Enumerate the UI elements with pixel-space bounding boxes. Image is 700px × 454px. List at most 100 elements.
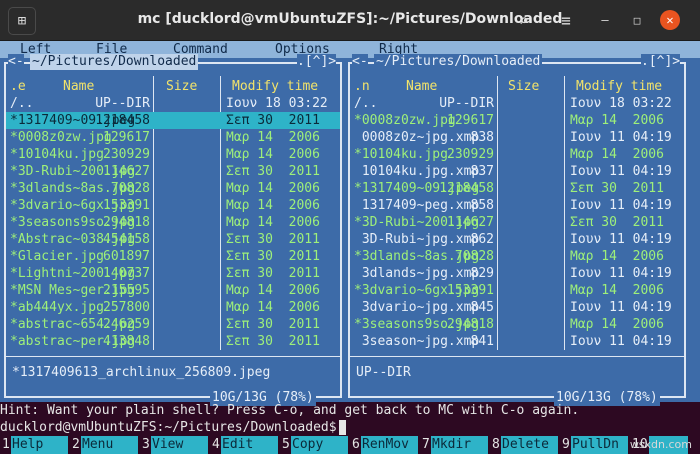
file-row[interactable]: *abstrac~per.jpg 413848 Σεπ 30 2011	[6, 333, 340, 350]
fkey-label: Delete	[501, 436, 558, 454]
file-size: 70828	[110, 181, 150, 196]
file-date: Ιουν 11 04:19	[570, 266, 672, 281]
file-row[interactable]: 3season~jpg.xmp 841 Ιουν 11 04:19	[350, 333, 684, 350]
file-row[interactable]: *MSN Mes~ger.jpg 215595 Μαρ 14 2006	[6, 282, 340, 299]
file-row[interactable]: *3D-Rubi~200.jpg 114627 Σεπ 30 2011	[350, 214, 684, 231]
file-row[interactable]: 3dlands~jpg.xmp 829 Ιουν 11 04:19	[350, 265, 684, 282]
file-size: 230929	[103, 147, 150, 162]
file-row[interactable]: *1317409~09.jpeg 1218458 Σεπ 30 2011	[6, 112, 340, 129]
column-header-modify: Modify time	[576, 79, 663, 94]
file-row[interactable]: *3dvario~6gx.jpg 153391 Μαρ 14 2006	[350, 282, 684, 299]
file-row[interactable]: *Lightni~200.jpg 140737 Σεπ 30 2011	[6, 265, 340, 282]
file-row[interactable]: *abstrac~654.jpg 246259 Σεπ 30 2011	[6, 316, 340, 333]
file-date: Ιουν 11 04:19	[570, 164, 672, 179]
file-name: *Glacier.jpg	[10, 249, 104, 264]
fkey-number: 7	[422, 437, 430, 452]
file-row[interactable]: 0008z0z~jpg.xmp 838 Ιουν 11 04:19	[350, 129, 684, 146]
column-header-name: Name	[406, 79, 438, 94]
file-size: 454158	[103, 232, 150, 247]
fkey-label: Mkdir	[431, 436, 488, 454]
file-row[interactable]: *0008z0zw.jpg 129617 Μαρ 14 2006	[6, 129, 340, 146]
sort-marker[interactable]: .e	[10, 78, 26, 95]
file-list: /.. UP--DIR Ιουν 18 03:22 *0008z0zw.jpg 1296…	[350, 95, 684, 350]
file-date: Ιουν 11 04:19	[570, 300, 672, 315]
file-size: 129617	[103, 130, 150, 145]
file-name: /..	[354, 96, 378, 111]
close-icon[interactable]: ✕	[660, 10, 680, 30]
title-bar: ⊞ mc [ducklord@vmUbuntuZFS]:~/Pictures/D…	[0, 0, 700, 41]
file-row[interactable]: *1317409~09.jpeg 1218458 Σεπ 30 2011	[350, 180, 684, 197]
file-name: *10104ku.jpg	[354, 147, 448, 162]
panel-nav-left[interactable]: <-	[8, 54, 24, 70]
cursor	[338, 420, 346, 435]
fkey-label: Help	[11, 436, 68, 454]
file-name: *10104ku.jpg	[10, 147, 104, 162]
file-row[interactable]: *3D-Rubi~200.jpg 114627 Σεπ 30 2011	[6, 163, 340, 180]
file-size: 257800	[103, 300, 150, 315]
file-row[interactable]: 1317409~peg.xmp 858 Ιουν 11 04:19	[350, 197, 684, 214]
panel-nav-right[interactable]: .[^]>	[297, 54, 337, 70]
file-row[interactable]: *3dvario~6gx.jpg 153391 Μαρ 14 2006	[6, 197, 340, 214]
file-row[interactable]: /.. UP--DIR Ιουν 18 03:22	[350, 95, 684, 112]
file-row[interactable]: *ab444yx.jpg 257800 Μαρ 14 2006	[6, 299, 340, 316]
file-name: 3D-Rubi~jpg.xmp	[354, 232, 480, 247]
search-icon[interactable]: ⌕	[510, 7, 538, 33]
file-date: Ιουν 18 03:22	[226, 96, 328, 111]
file-row[interactable]: *3dlands~8as.jpg 70828 Μαρ 14 2006	[6, 180, 340, 197]
panel-title: ~/Pictures/Downloaded	[374, 54, 543, 70]
hint-line: Hint: Want your plain shell? Press C-o, …	[0, 403, 580, 418]
file-date: Μαρ 14 2006	[226, 198, 320, 213]
right-panel[interactable]: <- ~/Pictures/Downloaded .[^]> .n Name S…	[348, 54, 686, 406]
left-panel[interactable]: <- ~/Pictures/Downloaded .[^]> .e Name S…	[4, 54, 342, 406]
file-name: 3dvario~jpg.xmp	[354, 300, 480, 315]
file-row[interactable]: 10104ku.jpg.xmp 837 Ιουν 11 04:19	[350, 163, 684, 180]
file-row[interactable]: *10104ku.jpg 230929 Μαρ 14 2006	[350, 146, 684, 163]
function-key-bar: 1 Help 2 Menu 3 View 4 Edit 5 Copy 6 RenMov 7 Mkdir 8 D…	[0, 436, 700, 454]
file-size: 413848	[103, 334, 150, 349]
file-size: 215595	[103, 283, 150, 298]
file-date: Ιουν 11 04:19	[570, 232, 672, 247]
file-row[interactable]: *3dlands~8as.jpg 70828 Μαρ 14 2006	[350, 248, 684, 265]
panel-title: ~/Pictures/Downloaded	[30, 54, 199, 70]
file-size: 140737	[103, 266, 150, 281]
file-row[interactable]: *10104ku.jpg 230929 Μαρ 14 2006	[6, 146, 340, 163]
file-size: 114627	[447, 215, 494, 230]
file-size: 837	[470, 164, 494, 179]
status-line: *1317409613_archlinux_256809.jpeg	[12, 365, 271, 380]
panel-nav-right[interactable]: .[^]>	[641, 54, 681, 70]
sort-marker[interactable]: .n	[354, 78, 370, 95]
maximize-icon[interactable]: □	[628, 11, 646, 29]
file-row[interactable]: *Glacier.jpg 601897 Σεπ 30 2011	[6, 248, 340, 265]
panel-nav-left[interactable]: <-	[352, 54, 368, 70]
shell-prompt[interactable]: ducklord@vmUbuntuZFS:~/Pictures/Download…	[0, 419, 346, 436]
file-size: 1218458	[95, 113, 150, 128]
file-name: 3dlands~jpg.xmp	[354, 266, 480, 281]
status-divider	[6, 356, 340, 357]
fkey-label: RenMov	[361, 436, 418, 454]
file-date: Μαρ 14 2006	[226, 130, 320, 145]
file-row[interactable]: /.. UP--DIR Ιουν 18 03:22	[6, 95, 340, 112]
file-date: Σεπ 30 2011	[226, 249, 320, 264]
file-row[interactable]: *Abstrac~038.jpg 454158 Σεπ 30 2011	[6, 231, 340, 248]
file-row[interactable]: 3D-Rubi~jpg.xmp 862 Ιουν 11 04:19	[350, 231, 684, 248]
minimize-icon[interactable]: –	[596, 11, 614, 29]
file-size: 294818	[447, 317, 494, 332]
column-header-name: Name	[63, 79, 95, 94]
file-row[interactable]: *0008z0zw.jpg 129617 Μαρ 14 2006	[350, 112, 684, 129]
file-date: Ιουν 11 04:19	[570, 130, 672, 145]
file-row[interactable]: *3seasons9so.jpg 294818 Μαρ 14 2006	[6, 214, 340, 231]
terminal[interactable]: Left File Command Options Right <- ~/Pic…	[0, 41, 700, 454]
file-name: /..	[10, 96, 34, 111]
file-size: 294818	[103, 215, 150, 230]
file-size: 1218458	[439, 181, 494, 196]
file-size: 829	[470, 266, 494, 281]
file-date: Μαρ 14 2006	[570, 283, 664, 298]
file-row[interactable]: *3seasons9so.jpg 294818 Μαρ 14 2006	[350, 316, 684, 333]
file-date: Σεπ 30 2011	[570, 215, 664, 230]
fkey-label: View	[151, 436, 208, 454]
prompt-text: ducklord@vmUbuntuZFS:~/Pictures/Download…	[0, 420, 337, 435]
status-line: UP--DIR	[356, 365, 411, 380]
hamburger-menu-icon[interactable]: ≡	[552, 7, 580, 33]
file-size: 858	[470, 198, 494, 213]
file-row[interactable]: 3dvario~jpg.xmp 845 Ιουν 11 04:19	[350, 299, 684, 316]
